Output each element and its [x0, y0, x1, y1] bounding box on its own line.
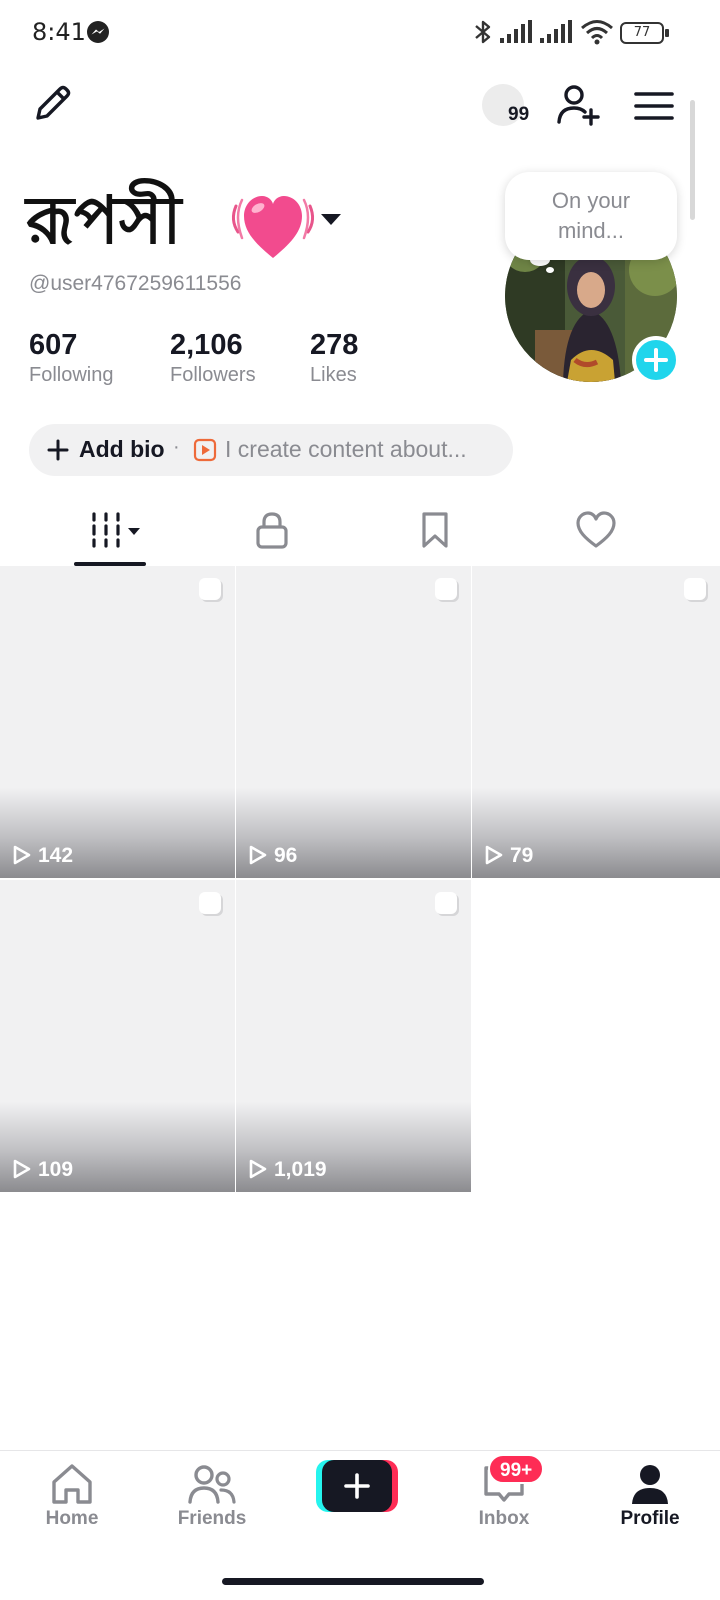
lock-icon — [256, 512, 288, 549]
following-label: Following — [29, 364, 114, 386]
notification-count: 99 — [508, 104, 530, 125]
play-icon — [249, 845, 267, 865]
following-count: 607 — [29, 329, 78, 361]
heart-emoji-icon — [231, 196, 315, 258]
add-bio-label: Add bio — [79, 436, 165, 462]
battery-level: 77 — [620, 22, 664, 44]
video-tile[interactable]: 1,019 — [236, 880, 471, 1192]
plus-icon — [644, 348, 668, 372]
nav-inbox-label: Inbox — [478, 1508, 530, 1529]
add-bio-button[interactable]: Add bio · I create content about... — [29, 424, 513, 476]
play-icon — [13, 845, 31, 865]
heart-outline-icon — [576, 511, 616, 548]
notification-bubble[interactable]: 99 — [482, 84, 530, 128]
view-count: 109 — [38, 1158, 74, 1181]
tab-liked[interactable] — [515, 502, 677, 566]
select-checkbox[interactable] — [435, 892, 457, 914]
create-button[interactable] — [316, 1460, 398, 1512]
chevron-down-icon[interactable] — [320, 212, 342, 226]
menu-icon[interactable] — [632, 86, 676, 126]
followers-label: Followers — [170, 364, 256, 386]
view-count: 96 — [274, 844, 298, 867]
likes-stat[interactable]: 278 Likes — [310, 328, 358, 387]
thought-bubble-text: On your mind... — [551, 188, 631, 243]
video-tile[interactable]: 96 — [236, 566, 471, 878]
wifi-icon — [581, 20, 613, 45]
nav-home[interactable]: Home — [12, 1462, 132, 1542]
plus-icon — [344, 1473, 370, 1499]
add-friend-icon[interactable] — [554, 82, 602, 128]
play-icon — [249, 1159, 267, 1179]
thought-bubble[interactable]: On your mind... — [505, 172, 677, 260]
nav-profile-label: Profile — [620, 1508, 680, 1529]
followers-count: 2,106 — [170, 329, 243, 361]
separator: · — [173, 436, 180, 458]
home-icon — [52, 1464, 92, 1504]
likes-label: Likes — [310, 364, 357, 386]
tab-saved[interactable] — [353, 502, 515, 566]
nav-friends[interactable]: Friends — [152, 1462, 272, 1542]
likes-count: 278 — [310, 329, 359, 361]
select-checkbox[interactable] — [435, 578, 457, 600]
profile-icon — [632, 1465, 668, 1504]
view-count: 142 — [38, 844, 74, 867]
add-story-button[interactable] — [632, 336, 680, 384]
play-icon — [13, 1159, 31, 1179]
followers-stat[interactable]: 2,106 Followers — [170, 328, 256, 387]
battery-icon: 77 — [620, 22, 670, 44]
bluetooth-icon — [475, 20, 491, 44]
thought-bubble-tail — [546, 267, 554, 273]
video-tile[interactable]: 79 — [472, 566, 720, 878]
username: @user4767259611556 — [29, 272, 242, 295]
friends-icon — [188, 1465, 236, 1504]
nav-profile[interactable]: Profile — [590, 1462, 710, 1542]
messenger-icon — [87, 21, 109, 43]
view-count: 79 — [510, 844, 534, 867]
select-checkbox[interactable] — [684, 578, 706, 600]
play-icon — [485, 845, 503, 865]
bookmark-icon — [422, 512, 448, 548]
signal-icon — [540, 20, 572, 43]
bio-hint: I create content about... — [225, 436, 467, 462]
inbox-badge: 99+ — [488, 1454, 545, 1484]
following-stat[interactable]: 607 Following — [29, 328, 113, 387]
display-name[interactable]: রূপসী — [26, 178, 181, 264]
status-time: 8:41 — [32, 18, 86, 46]
signal-icon — [500, 20, 532, 43]
nav-home-label: Home — [45, 1508, 99, 1529]
select-checkbox[interactable] — [199, 578, 221, 600]
video-tile[interactable]: 142 — [0, 566, 235, 878]
tab-private[interactable] — [191, 502, 353, 566]
status-bar: 8:41 77 — [0, 0, 720, 66]
video-tile[interactable]: 109 — [0, 880, 235, 1192]
scrollbar[interactable] — [690, 100, 695, 220]
view-count: 1,019 — [274, 1158, 327, 1181]
pencil-icon[interactable] — [28, 80, 76, 128]
grid-videos-icon — [92, 512, 140, 548]
home-indicator[interactable] — [222, 1578, 484, 1585]
plus-icon — [47, 439, 69, 461]
select-checkbox[interactable] — [199, 892, 221, 914]
nav-friends-label: Friends — [177, 1508, 247, 1529]
tab-videos[interactable] — [29, 502, 191, 566]
video-play-icon — [193, 438, 217, 462]
